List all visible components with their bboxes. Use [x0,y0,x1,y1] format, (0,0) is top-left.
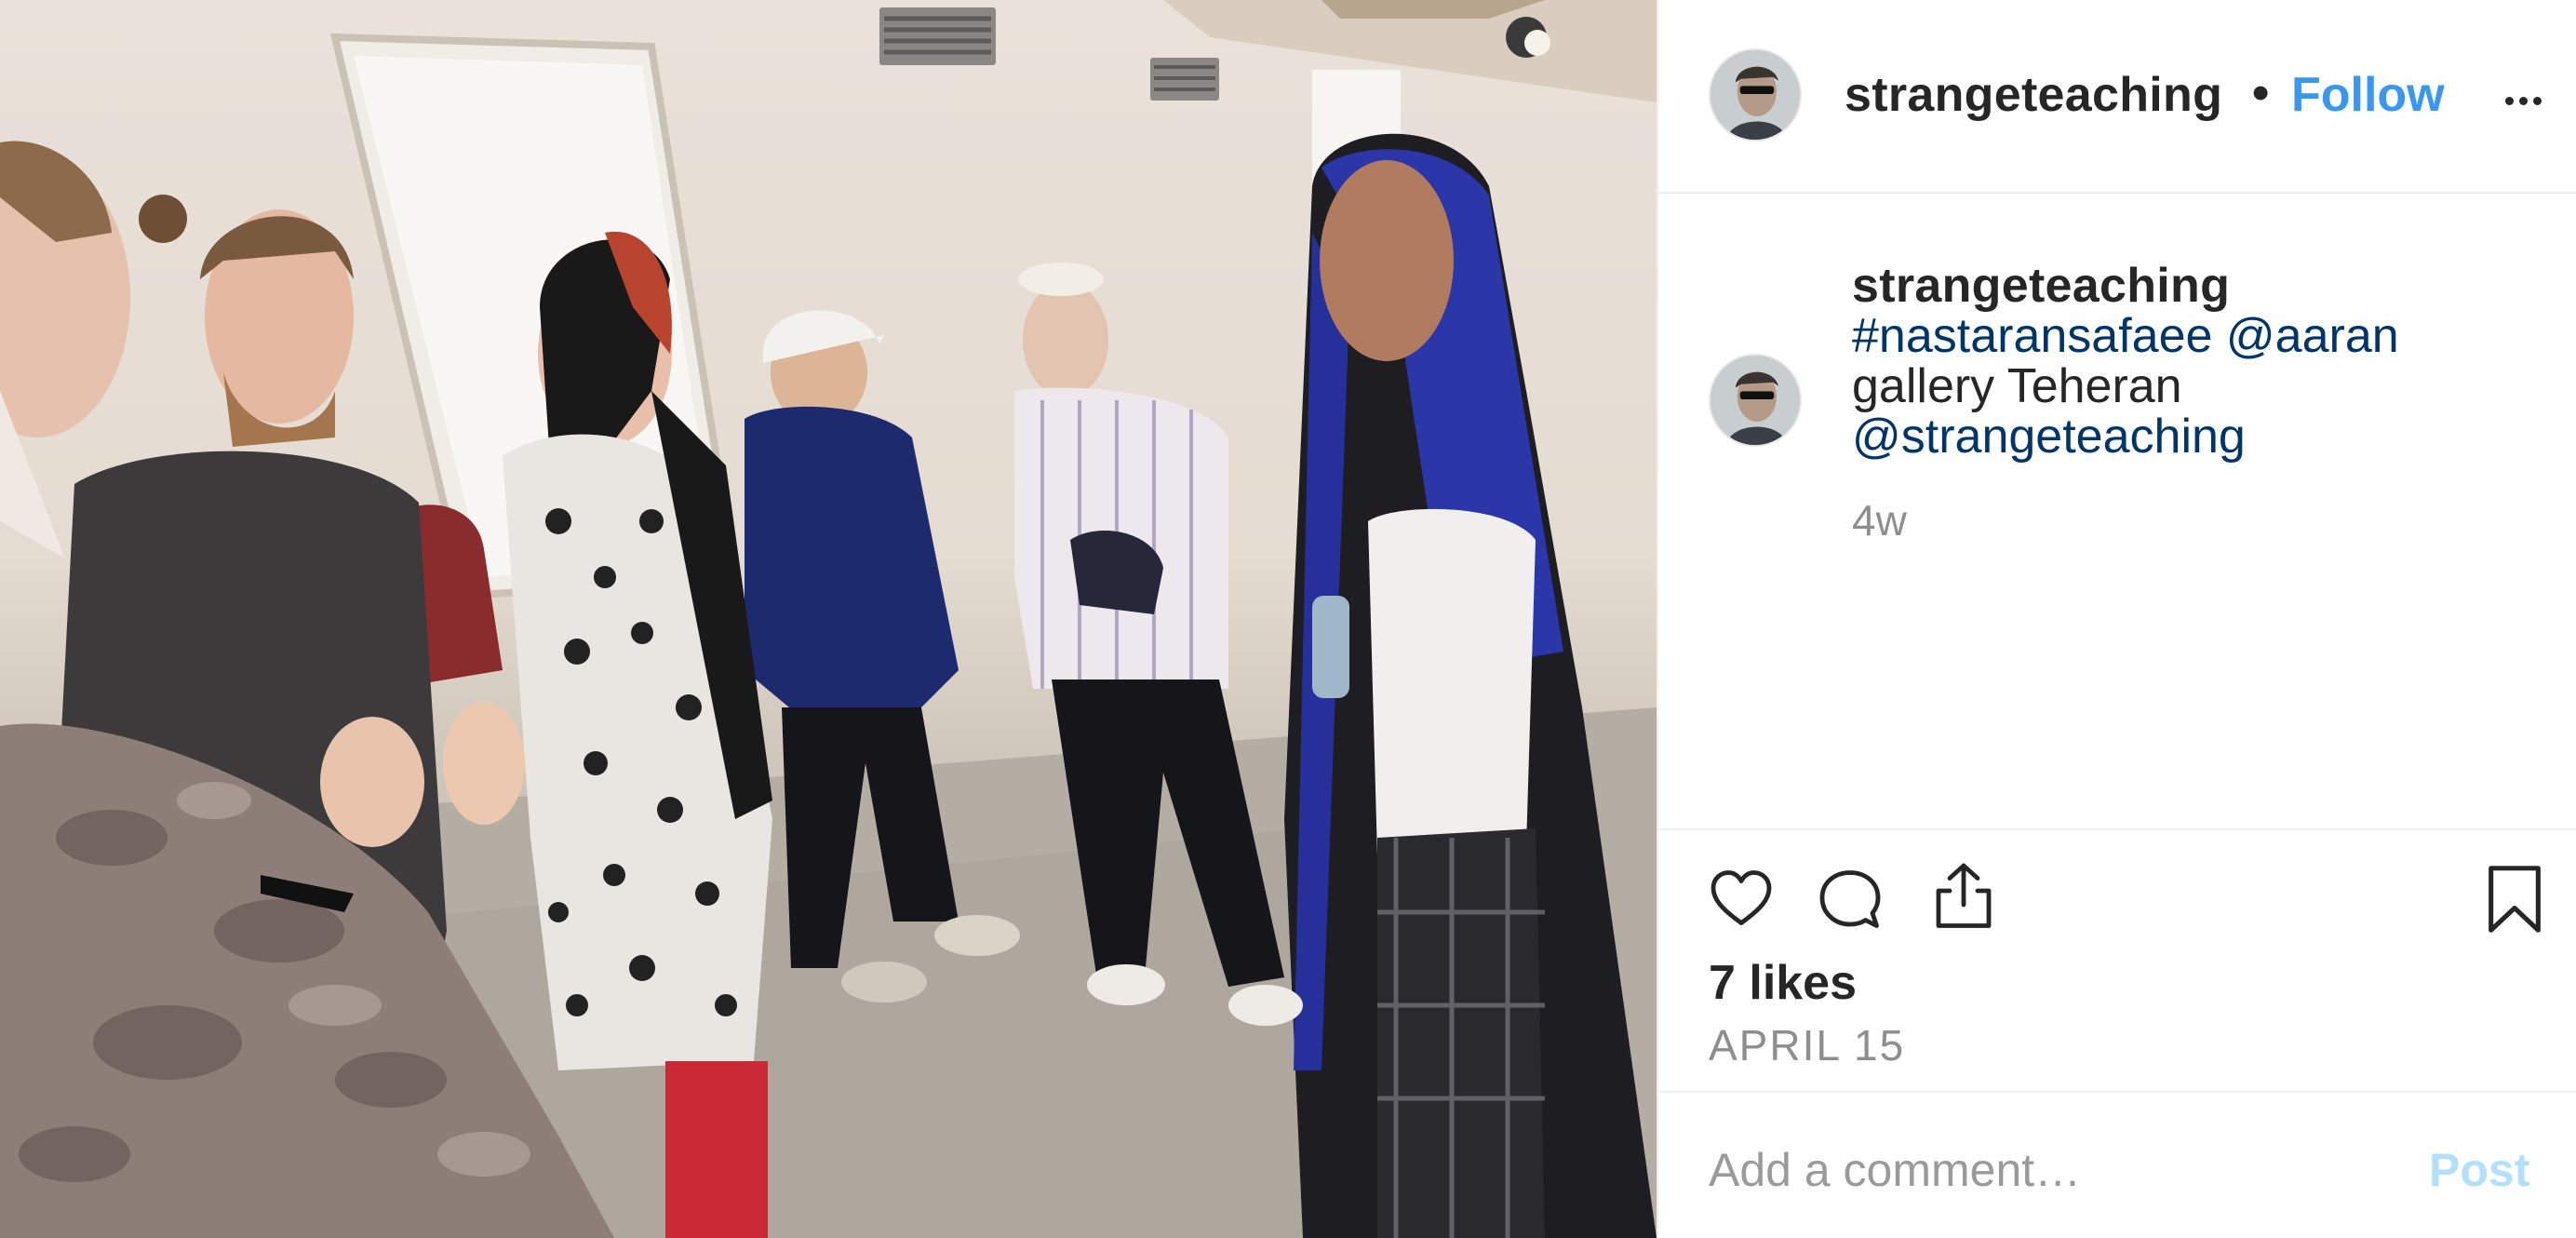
actions-divider [1658,828,2576,830]
caption-timestamp[interactable]: 4w [1852,495,1907,545]
header-separator: • [2252,66,2270,120]
bookmark-icon[interactable] [2485,864,2544,935]
caption-hashtag[interactable]: #nastaransafaee [1852,309,2212,363]
comment-icon[interactable] [1817,866,1884,933]
post-caption: strangeteaching #nastaransafaee @aaran g… [1852,261,2541,462]
follow-button[interactable]: Follow [2291,67,2445,123]
gallery-scene-illustration [0,0,1657,1238]
header-divider [1658,192,2576,194]
avatar-icon [1711,50,1800,140]
post-comment-button[interactable]: Post [2429,1143,2529,1197]
post-date: APRIL 15 [1709,1021,1906,1070]
post-side-panel: strangeteaching • Follow strangeteaching… [1657,0,2576,1238]
ellipsis-icon[interactable] [2496,61,2552,117]
header-username[interactable]: strangeteaching [1845,67,2245,123]
caption-avatar[interactable] [1709,354,1802,447]
caption-mention-aaran[interactable]: @aaran [2226,309,2399,363]
likes-count[interactable]: 7 likes [1709,955,1857,1011]
caption-text: gallery Teheran [1852,359,2182,413]
avatar-icon [1711,356,1800,445]
header-avatar[interactable] [1709,48,1802,141]
comment-input[interactable] [1709,1137,2379,1203]
comment-divider [1658,1091,2576,1093]
caption-username[interactable]: strangeteaching [1852,261,2541,311]
heart-icon[interactable] [1707,866,1776,933]
post-photo[interactable] [0,0,1657,1238]
caption-mention-strangeteaching[interactable]: @strangeteaching [1852,410,2246,464]
share-icon[interactable] [1930,860,1997,933]
